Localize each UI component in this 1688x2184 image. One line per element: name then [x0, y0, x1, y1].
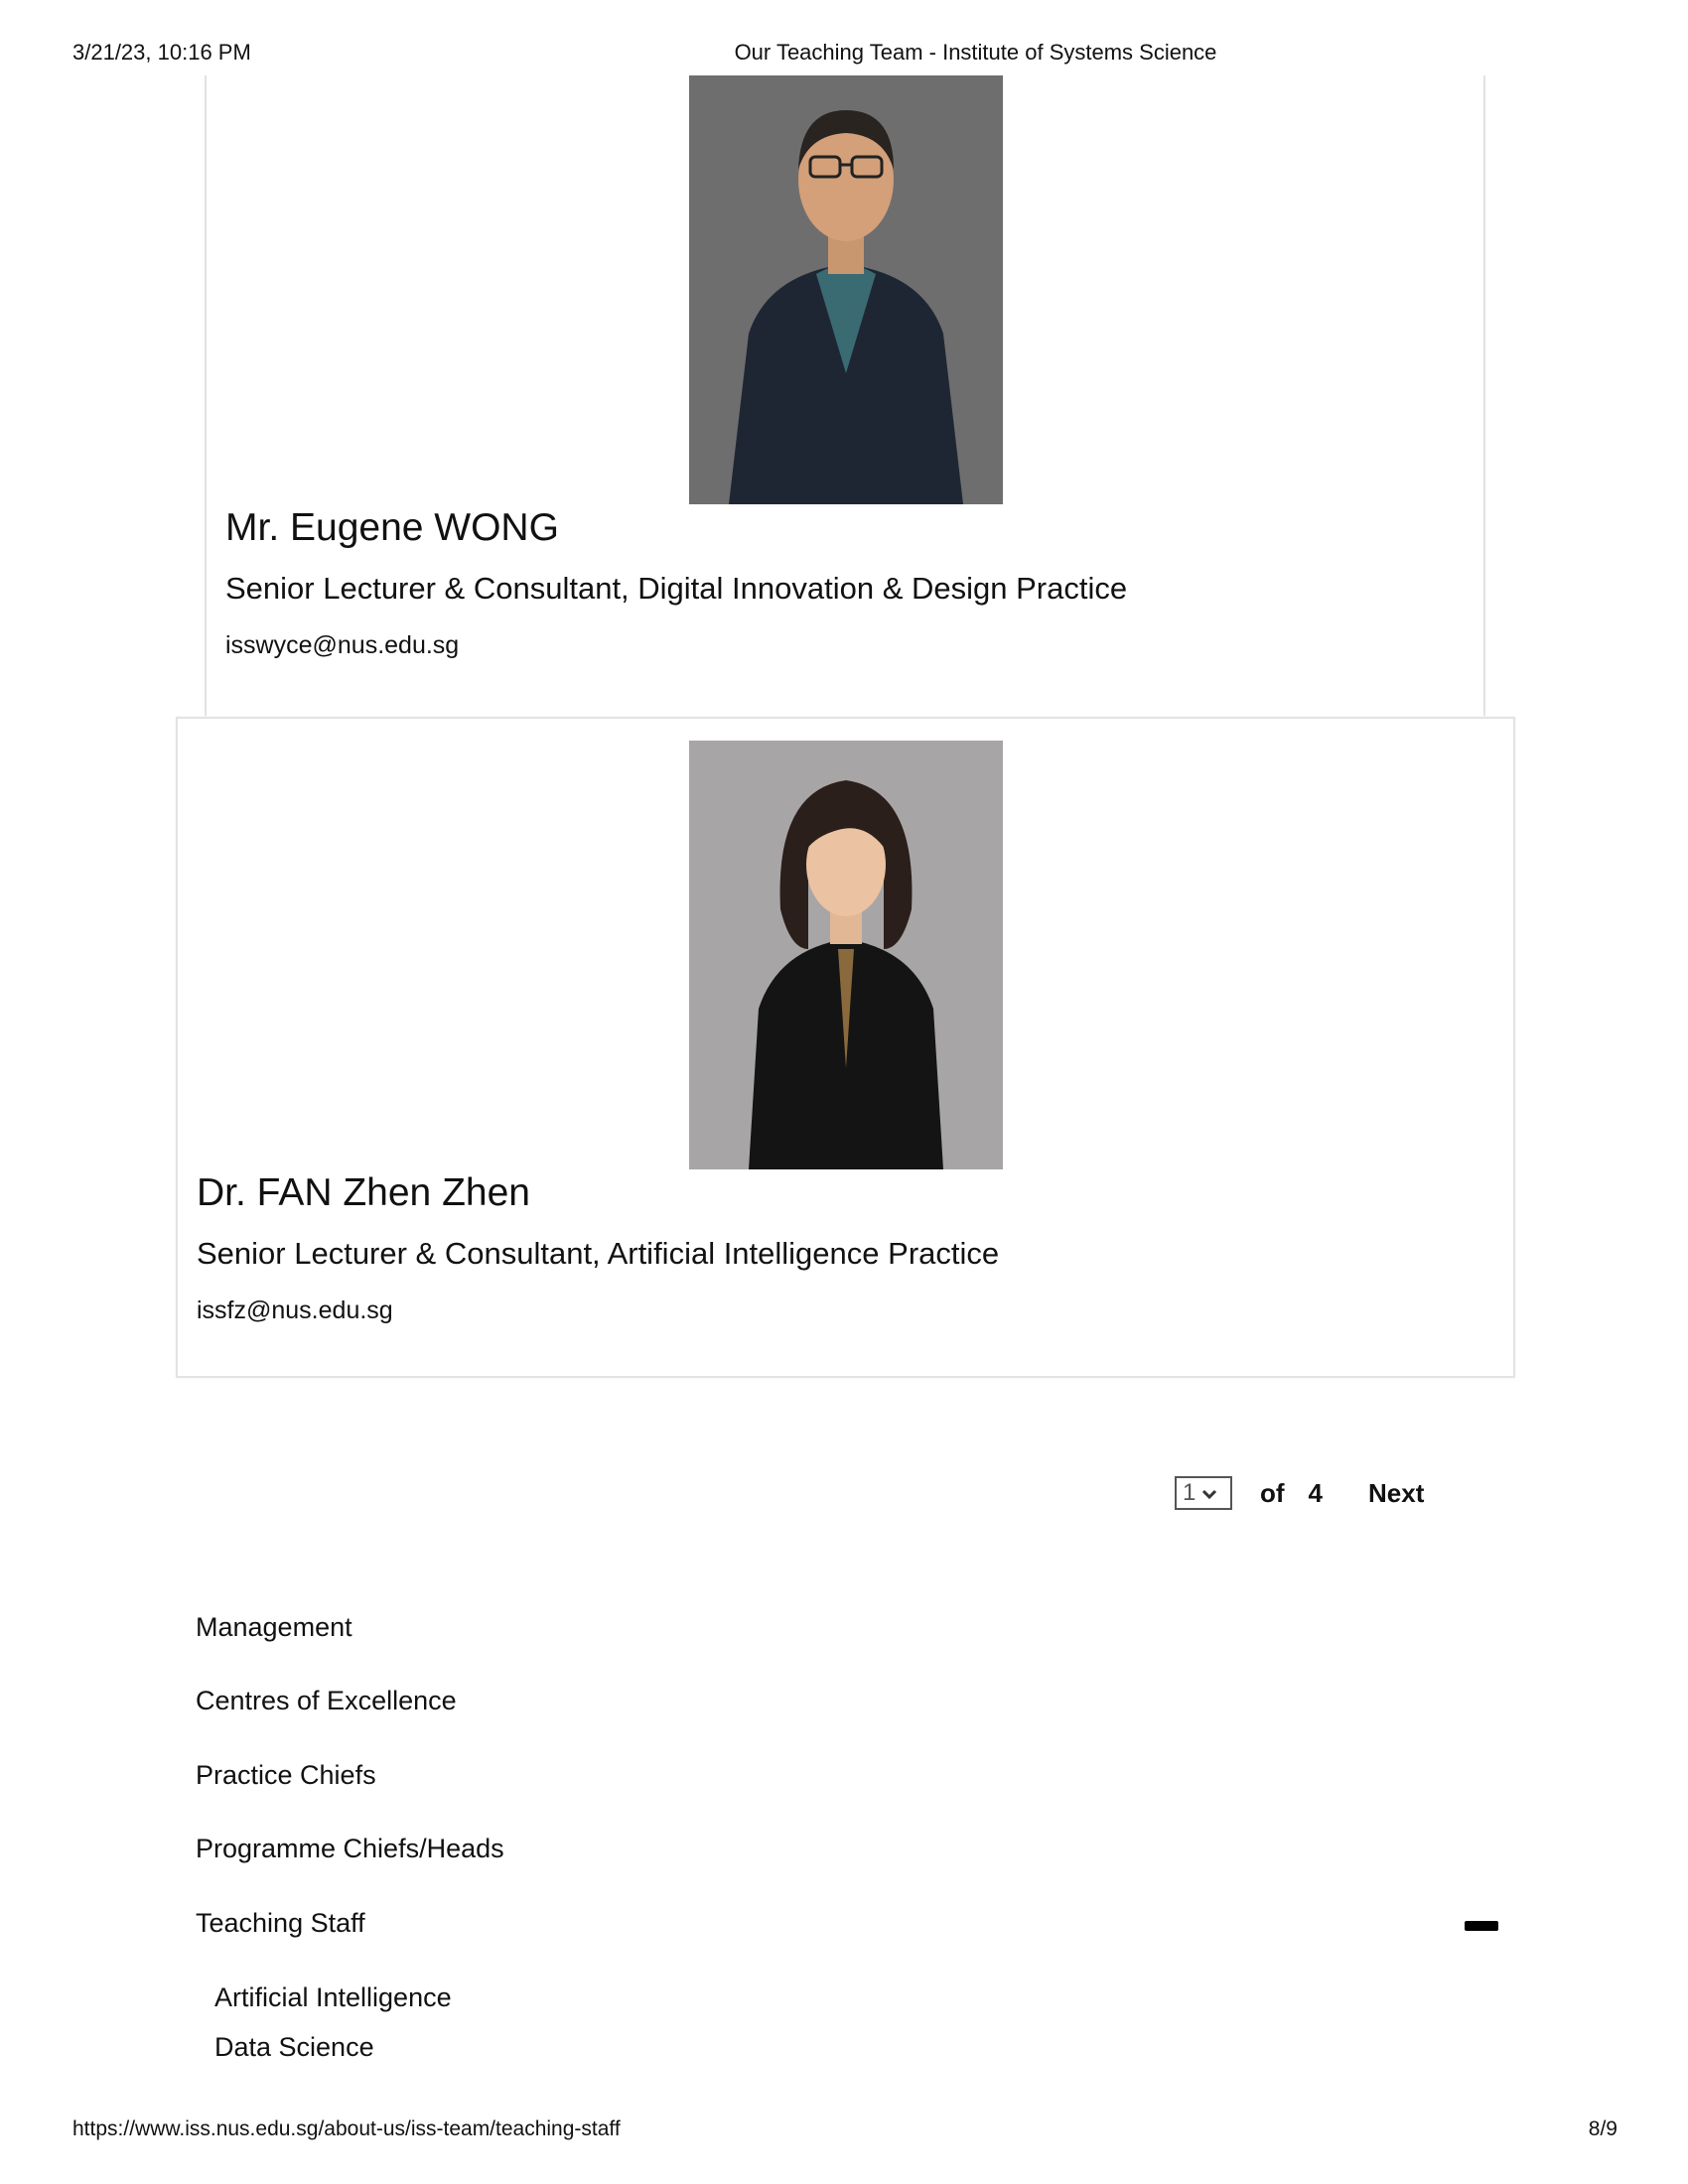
staff-photo [689, 75, 1003, 504]
staff-email[interactable]: isswyce@nus.edu.sg [225, 631, 459, 660]
chevron-down-icon [1201, 1479, 1217, 1507]
nav-subitem-artificial-intelligence[interactable]: Artificial Intelligence [214, 1982, 452, 2013]
print-page-title: Our Teaching Team - Institute of Systems… [734, 40, 1217, 65]
staff-email[interactable]: issfz@nus.edu.sg [197, 1297, 393, 1325]
staff-name: Dr. FAN Zhen Zhen [197, 1171, 530, 1214]
staff-role: Senior Lecturer & Consultant, Digital In… [225, 571, 1128, 606]
nav-item-management[interactable]: Management [196, 1612, 352, 1643]
nav-item-programme-chiefs[interactable]: Programme Chiefs/Heads [196, 1834, 504, 1864]
nav-subitem-data-science[interactable]: Data Science [214, 2032, 374, 2063]
next-button[interactable]: Next [1368, 1478, 1424, 1509]
print-page-number: 8/9 [1588, 2117, 1618, 2140]
pagination: 1 of 4 Next [1175, 1476, 1424, 1510]
nav-item-teaching-staff[interactable]: Teaching Staff [196, 1908, 365, 1939]
nav-item-practice-chiefs[interactable]: Practice Chiefs [196, 1760, 376, 1791]
staff-photo [689, 741, 1003, 1169]
staff-name: Mr. Eugene WONG [225, 506, 559, 549]
page-select[interactable]: 1 [1175, 1476, 1232, 1510]
print-url: https://www.iss.nus.edu.sg/about-us/iss-… [72, 2117, 621, 2140]
page-select-value: 1 [1183, 1479, 1196, 1506]
pagination-total: 4 [1308, 1477, 1324, 1508]
collapse-icon[interactable] [1465, 1921, 1498, 1931]
nav-item-centres-of-excellence[interactable]: Centres of Excellence [196, 1686, 457, 1716]
pagination-of-label: of [1260, 1477, 1285, 1508]
staff-role: Senior Lecturer & Consultant, Artificial… [197, 1236, 1000, 1271]
